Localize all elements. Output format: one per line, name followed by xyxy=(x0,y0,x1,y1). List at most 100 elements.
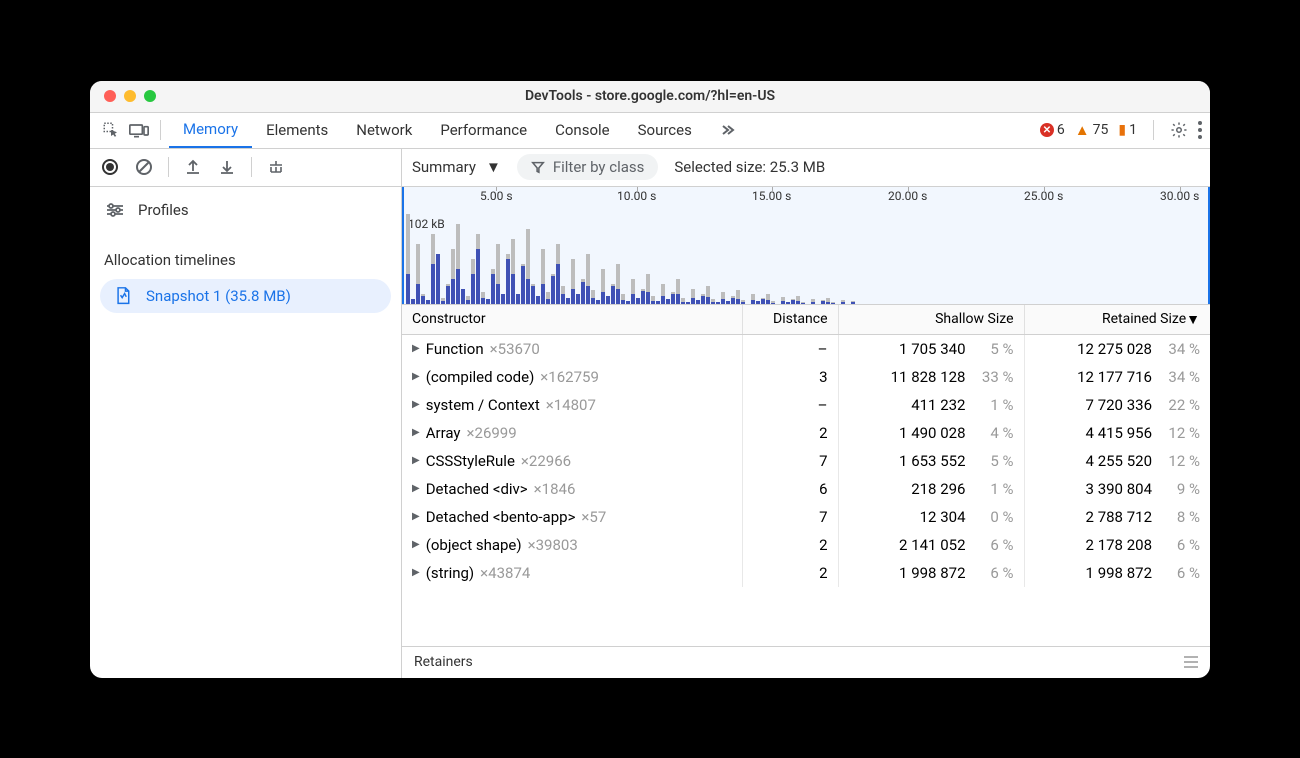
garbage-collect-icon[interactable] xyxy=(264,155,288,179)
devtools-window: DevTools - store.google.com/?hl=en-US Me… xyxy=(90,81,1210,678)
issue-count[interactable]: ▮ 1 xyxy=(1118,122,1137,138)
expand-icon[interactable]: ▶ xyxy=(412,567,420,578)
minimize-window-button[interactable] xyxy=(124,90,136,102)
upload-icon[interactable] xyxy=(181,155,205,179)
timeline-tick: 10.00 s xyxy=(617,189,656,203)
col-retained-size[interactable]: Retained Size▼ xyxy=(1024,305,1210,335)
snapshot-item[interactable]: Snapshot 1 (35.8 MB) xyxy=(100,279,391,313)
distance-value: 7 xyxy=(742,447,838,475)
constructor-name: Function xyxy=(426,340,484,358)
error-count[interactable]: ✕ 6 xyxy=(1040,122,1065,138)
col-shallow-size[interactable]: Shallow Size xyxy=(838,305,1024,335)
constructor-count: ×26999 xyxy=(467,424,517,442)
table-row[interactable]: ▶Array ×2699921 490 0284 %4 415 95612 % xyxy=(402,419,1210,447)
table-row[interactable]: ▶Detached <div> ×18466218 2961 %3 390 80… xyxy=(402,475,1210,503)
close-window-button[interactable] xyxy=(104,90,116,102)
distance-value: 2 xyxy=(742,531,838,559)
menu-icon[interactable] xyxy=(1184,656,1198,668)
snapshot-label: Snapshot 1 (35.8 MB) xyxy=(146,287,291,305)
col-constructor[interactable]: Constructor xyxy=(402,305,742,335)
timeline-tick: 25.00 s xyxy=(1024,189,1063,203)
warning-icon: ▲ xyxy=(1075,121,1090,139)
content-area: Profiles Allocation timelines Snapshot 1… xyxy=(90,149,1210,678)
panel-tabbar: MemoryElementsNetworkPerformanceConsoleS… xyxy=(90,113,1210,149)
filter-icon xyxy=(531,160,545,174)
shallow-pct: 5 % xyxy=(974,340,1014,358)
retained-pct: 34 % xyxy=(1160,340,1200,358)
expand-icon[interactable]: ▶ xyxy=(412,511,420,522)
heap-table[interactable]: Constructor Distance Shallow Size Retain… xyxy=(402,305,1210,646)
window-title: DevTools - store.google.com/?hl=en-US xyxy=(90,88,1210,104)
more-tabs-icon[interactable] xyxy=(714,117,740,143)
retainers-panel-header[interactable]: Retainers xyxy=(402,646,1210,678)
expand-icon[interactable]: ▶ xyxy=(412,399,420,410)
constructor-name: CSSStyleRule xyxy=(426,452,515,470)
shallow-pct: 6 % xyxy=(974,564,1014,582)
shallow-value: 1 705 340 xyxy=(899,340,965,358)
tab-elements[interactable]: Elements xyxy=(252,112,342,148)
distance-value: – xyxy=(742,391,838,419)
profiles-sidebar: Profiles Allocation timelines Snapshot 1… xyxy=(90,149,402,678)
settings-gear-icon[interactable] xyxy=(1170,121,1188,139)
maximize-window-button[interactable] xyxy=(144,90,156,102)
retained-pct: 34 % xyxy=(1160,368,1200,386)
titlebar: DevTools - store.google.com/?hl=en-US xyxy=(90,81,1210,113)
retained-value: 4 415 956 xyxy=(1086,424,1152,442)
table-row[interactable]: ▶system / Context ×14807–411 2321 %7 720… xyxy=(402,391,1210,419)
main-toolbar: Summary ▼ Filter by class Selected size:… xyxy=(402,149,1210,187)
inspect-element-icon[interactable] xyxy=(98,117,124,143)
constructor-name: Detached <bento-app> xyxy=(426,508,576,526)
selected-size-label: Selected size: 25.3 MB xyxy=(674,158,825,176)
more-menu-icon[interactable] xyxy=(1198,121,1202,139)
divider xyxy=(251,157,252,177)
profiles-header[interactable]: Profiles xyxy=(90,187,401,233)
shallow-value: 218 296 xyxy=(911,480,965,498)
record-icon[interactable] xyxy=(98,155,122,179)
allocation-timeline[interactable]: 5.00 s10.00 s15.00 s20.00 s25.00 s30.00 … xyxy=(402,187,1210,305)
retained-pct: 6 % xyxy=(1160,564,1200,582)
retained-value: 3 390 804 xyxy=(1086,480,1152,498)
constructor-count: ×57 xyxy=(581,508,606,526)
constructor-name: (string) xyxy=(426,564,474,582)
retained-value: 1 998 872 xyxy=(1086,564,1152,582)
issue-icon: ▮ xyxy=(1118,122,1126,138)
divider xyxy=(168,157,169,177)
view-mode-dropdown[interactable]: Summary ▼ xyxy=(412,158,501,176)
table-row[interactable]: ▶(object shape) ×3980322 141 0526 %2 178… xyxy=(402,531,1210,559)
expand-icon[interactable]: ▶ xyxy=(412,427,420,438)
table-row[interactable]: ▶CSSStyleRule ×2296671 653 5525 %4 255 5… xyxy=(402,447,1210,475)
device-toolbar-icon[interactable] xyxy=(126,117,152,143)
shallow-value: 1 490 028 xyxy=(899,424,965,442)
chevron-down-icon: ▼ xyxy=(486,158,501,176)
tab-memory[interactable]: Memory xyxy=(169,112,252,148)
shallow-value: 1 653 552 xyxy=(899,452,965,470)
class-filter-input[interactable]: Filter by class xyxy=(517,154,659,180)
expand-icon[interactable]: ▶ xyxy=(412,539,420,550)
shallow-value: 2 141 052 xyxy=(899,536,965,554)
sort-desc-icon: ▼ xyxy=(1186,311,1200,328)
shallow-value: 1 998 872 xyxy=(899,564,965,582)
expand-icon[interactable]: ▶ xyxy=(412,455,420,466)
retained-value: 2 178 208 xyxy=(1086,536,1152,554)
expand-icon[interactable]: ▶ xyxy=(412,371,420,382)
table-row[interactable]: ▶Function ×53670–1 705 3405 %12 275 0283… xyxy=(402,334,1210,363)
panel-tabs: MemoryElementsNetworkPerformanceConsoleS… xyxy=(169,112,706,148)
table-row[interactable]: ▶Detached <bento-app> ×57712 3040 %2 788… xyxy=(402,503,1210,531)
expand-icon[interactable]: ▶ xyxy=(412,483,420,494)
distance-value: 7 xyxy=(742,503,838,531)
table-row[interactable]: ▶(compiled code) ×162759311 828 12833 %1… xyxy=(402,363,1210,391)
constructor-count: ×39803 xyxy=(528,536,578,554)
tab-sources[interactable]: Sources xyxy=(624,112,706,148)
tab-network[interactable]: Network xyxy=(342,112,426,148)
expand-icon[interactable]: ▶ xyxy=(412,343,420,354)
download-icon[interactable] xyxy=(215,155,239,179)
col-distance[interactable]: Distance xyxy=(742,305,838,335)
tab-console[interactable]: Console xyxy=(541,112,624,148)
clear-icon[interactable] xyxy=(132,155,156,179)
warning-count[interactable]: ▲ 75 xyxy=(1075,121,1109,139)
table-row[interactable]: ▶(string) ×4387421 998 8726 %1 998 8726 … xyxy=(402,559,1210,587)
retained-value: 4 255 520 xyxy=(1086,452,1152,470)
tab-performance[interactable]: Performance xyxy=(426,112,541,148)
constructor-count: ×14807 xyxy=(546,396,596,414)
distance-value: 2 xyxy=(742,559,838,587)
